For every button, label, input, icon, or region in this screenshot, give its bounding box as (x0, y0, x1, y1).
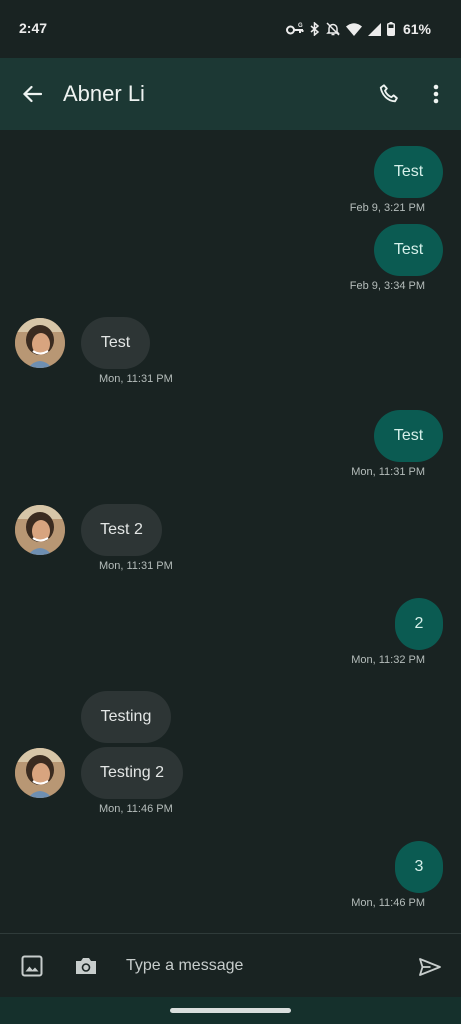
incoming-message-bubble[interactable]: Test 2 (81, 504, 162, 556)
notifications-off-icon (326, 22, 340, 36)
back-button[interactable] (16, 78, 48, 110)
phone-icon (379, 84, 398, 103)
message-input[interactable] (126, 952, 396, 980)
outgoing-message-bubble[interactable]: Test (374, 224, 443, 276)
conversation-app-bar: Abner Li (0, 58, 461, 130)
status-bar: 2:47 G 61% (0, 0, 461, 58)
bluetooth-icon (310, 22, 320, 36)
contact-avatar[interactable] (15, 748, 65, 798)
message-list[interactable]: Test Feb 9, 3:21 PM Test Feb 9, 3:34 PM … (0, 130, 461, 933)
message-timestamp: Mon, 11:31 PM (99, 373, 173, 385)
message-timestamp: Feb 9, 3:21 PM (349, 202, 425, 214)
contact-avatar[interactable] (15, 505, 65, 555)
vpn-key-icon: G (285, 22, 304, 36)
incoming-message-bubble[interactable]: Testing 2 (81, 747, 183, 799)
battery-percentage: 61% (402, 21, 431, 37)
contact-avatar[interactable] (15, 318, 65, 368)
more-options-button[interactable] (422, 79, 450, 109)
image-icon (21, 955, 43, 977)
status-icons: G 61% (285, 19, 431, 39)
contact-name[interactable]: Abner Li (63, 81, 145, 107)
status-time: 2:47 (19, 20, 48, 36)
camera-button[interactable] (71, 952, 101, 980)
battery-icon (386, 22, 395, 36)
message-timestamp: Mon, 11:31 PM (351, 466, 425, 478)
system-navigation-bar (0, 997, 461, 1024)
call-button[interactable] (374, 79, 404, 109)
signal-icon (367, 22, 381, 36)
message-timestamp: Mon, 11:46 PM (351, 897, 425, 909)
messages-screen: 2:47 G 61% Abner Li Test Feb 9, 3:21 PM … (0, 0, 461, 1024)
incoming-message-bubble[interactable]: Test (81, 317, 150, 369)
send-icon (419, 958, 441, 976)
arrow-back-icon (22, 85, 42, 103)
outgoing-message-bubble[interactable]: Test (374, 410, 443, 462)
incoming-message-bubble[interactable]: Testing (81, 691, 171, 743)
camera-icon (76, 958, 96, 974)
wifi-icon (345, 22, 362, 36)
message-timestamp: Feb 9, 3:34 PM (349, 280, 425, 292)
home-gesture-handle[interactable] (170, 1008, 291, 1013)
message-composer (0, 933, 461, 998)
message-timestamp: Mon, 11:31 PM (99, 560, 173, 572)
outgoing-message-bubble[interactable]: 3 (395, 841, 443, 893)
outgoing-message-bubble[interactable]: Test (374, 146, 443, 198)
attach-image-button[interactable] (18, 952, 46, 980)
outgoing-message-bubble[interactable]: 2 (395, 598, 443, 650)
svg-text:G: G (298, 23, 303, 29)
more-vert-icon (433, 84, 439, 104)
send-button[interactable] (416, 953, 444, 981)
message-timestamp: Mon, 11:32 PM (351, 654, 425, 666)
message-timestamp: Mon, 11:46 PM (99, 803, 173, 815)
